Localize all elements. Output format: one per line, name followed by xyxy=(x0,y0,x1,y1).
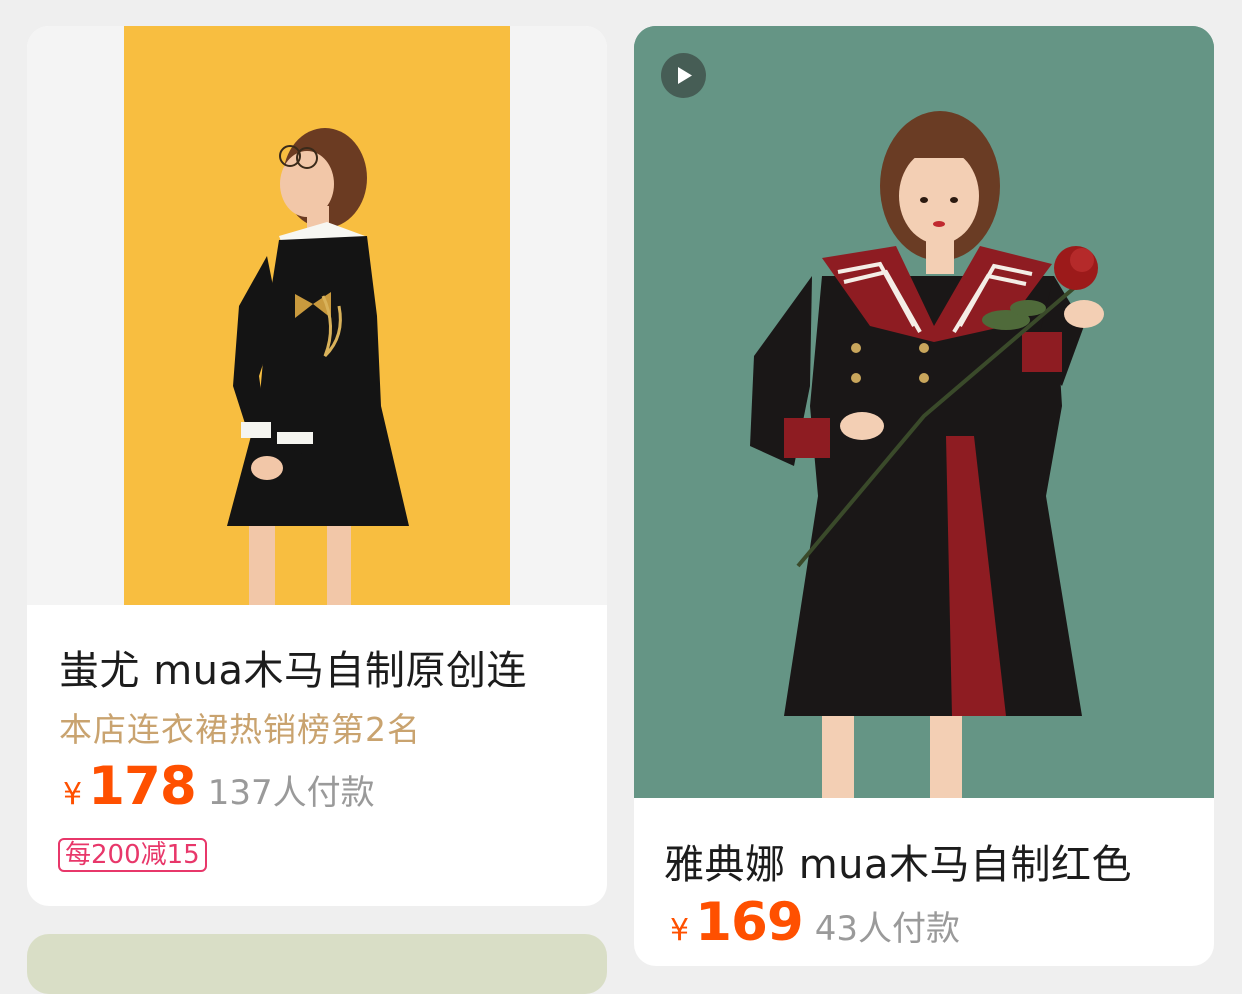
price-value: 178 xyxy=(88,756,197,817)
sales-rank-text[interactable]: 本店连衣裙热销榜第2名 xyxy=(59,703,421,751)
product-title[interactable]: 雅典娜 mua木马自制红色 xyxy=(664,832,1132,890)
product-card[interactable]: 蚩尤 mua木马自制原创连 本店连衣裙热销榜第2名 ¥ 178 137人付款 每… xyxy=(27,26,607,906)
product-image[interactable] xyxy=(634,26,1214,798)
product-card[interactable] xyxy=(27,934,607,994)
play-icon xyxy=(678,67,692,84)
product-photo xyxy=(634,26,1214,798)
product-image[interactable] xyxy=(27,26,607,605)
video-play-button[interactable] xyxy=(661,53,706,98)
price-row: ¥ 178 137人付款 xyxy=(63,756,375,817)
price-row: ¥ 169 43人付款 xyxy=(670,892,960,953)
sales-count: 137人付款 xyxy=(207,773,375,813)
product-card[interactable]: 雅典娜 mua木马自制红色 ¥ 169 43人付款 xyxy=(634,26,1214,966)
price-value: 169 xyxy=(695,892,804,953)
currency-symbol: ¥ xyxy=(670,913,690,948)
currency-symbol: ¥ xyxy=(63,777,83,812)
coupon-badge: 每200减15 xyxy=(58,838,207,872)
sales-count: 43人付款 xyxy=(814,909,960,949)
product-photo xyxy=(124,26,510,605)
product-title[interactable]: 蚩尤 mua木马自制原创连 xyxy=(59,638,527,696)
